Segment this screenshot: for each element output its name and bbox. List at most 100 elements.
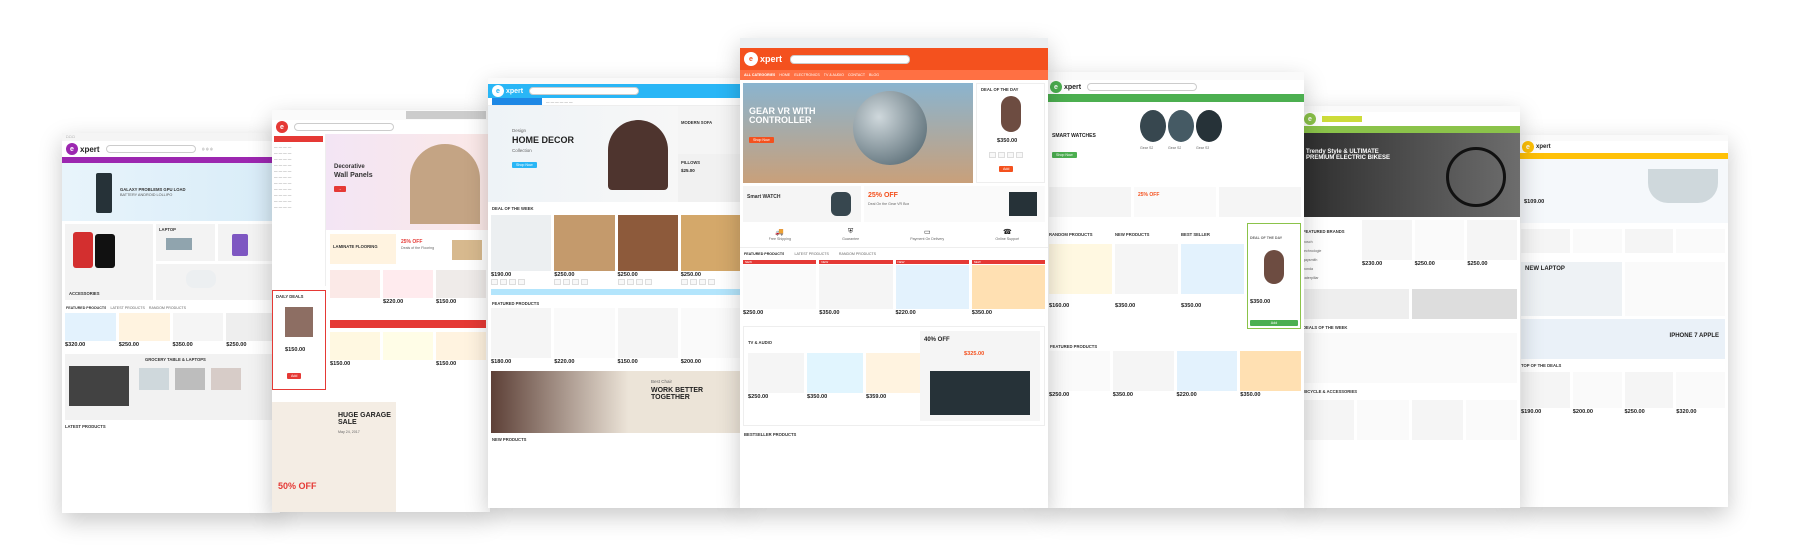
product-card[interactable]: $359.00	[866, 353, 922, 400]
featured-grid: $250.00 $350.00 $220.00 $350.00	[1046, 351, 1304, 398]
feature-shipping: 🚚 Free Shipping	[768, 229, 791, 241]
nav-home[interactable]: HOME	[779, 73, 790, 77]
feature-payment: ▭ Payment On Delivery	[910, 229, 945, 241]
product-card[interactable]: $320.00	[1676, 372, 1725, 415]
nav-contact[interactable]: CONTACT	[848, 73, 865, 77]
brand-list: FEATURED BRANDS bosch technologie gaysmi…	[1303, 229, 1345, 280]
phone-tile-2[interactable]	[218, 224, 277, 261]
laptop-promo[interactable]: NEW LAPTOP	[1521, 262, 1622, 316]
sidebar-categories: — — — — — — — — — — — — — — — — — — — — — — —…	[272, 134, 326, 286]
product-card[interactable]	[383, 332, 433, 367]
promo-smartwatch[interactable]: Smart WATCH	[743, 186, 861, 222]
nav-tv-audio[interactable]: TV & AUDIO	[824, 73, 844, 77]
header: e xpert	[488, 84, 744, 98]
hero-banner: GALAXY PROBLEMS GPU LOAD BATTERY ANDROID…	[62, 163, 280, 221]
tab-random[interactable]: RANDOM PRODUCTS	[149, 306, 186, 310]
product-card[interactable]: $200.00	[680, 308, 741, 365]
hero-banner[interactable]: $109.00	[1518, 159, 1728, 223]
deal-of-day[interactable]: DEAL OF THE DAY $350.00 Add	[976, 83, 1045, 183]
nav-electronics[interactable]: ELECTRONICS	[794, 73, 820, 77]
tab-random[interactable]: RANDOM PRODUCTS	[839, 252, 876, 256]
product-card[interactable]: $180.00	[491, 308, 552, 365]
product-card[interactable]: $150.00	[330, 332, 380, 367]
section-title: FEATURED PRODUCTS	[492, 301, 540, 306]
search-input[interactable]	[294, 123, 394, 131]
section-title: FEATURED PRODUCTS	[1050, 344, 1098, 349]
phone-tile[interactable]: ACCESSORIES	[65, 224, 153, 300]
vr-tile[interactable]	[156, 263, 277, 300]
daily-deals-box[interactable]: DAILY DEALS $150.00 Add	[272, 290, 326, 390]
product-card[interactable]	[330, 270, 380, 305]
hero-title: GALAXY PROBLEMS GPU LOAD	[120, 187, 186, 192]
product-card[interactable]: $350.00	[1240, 351, 1301, 398]
product-card[interactable]: $190.00	[491, 215, 552, 285]
product-card[interactable]: $230.00	[1362, 220, 1412, 283]
search-input[interactable]	[1087, 83, 1198, 91]
promo-flooring[interactable]: LAMINATE FLOORING	[330, 234, 396, 264]
hero-row: GEAR VR WITH CONTROLLER Shop Now DEAL OF…	[740, 80, 1048, 186]
hero-shop-button[interactable]: Shop Now	[749, 137, 774, 143]
chair-banner[interactable]: Best Chair WORK BETTER TOGETHER	[491, 371, 741, 433]
product-card[interactable]: NEW $350.00	[971, 260, 1045, 316]
laptop-tile[interactable]: LAPTOP	[156, 224, 215, 261]
theme-preview-6[interactable]: e Trendy Style & ULTIMATE PREMIUM ELECTR…	[1300, 106, 1520, 508]
promo-row	[1300, 286, 1520, 322]
garage-sale-banner[interactable]: HUGE GARAGE SALE May 24, 2017 50% OFF	[272, 402, 396, 512]
product-card[interactable]: $320.00	[65, 313, 116, 348]
theme-preview-3[interactable]: e xpert — — — — — — Design HOME DECOR Col…	[488, 78, 744, 508]
product-card[interactable]: $350.00	[1112, 351, 1174, 398]
product-card[interactable]: $220.00	[383, 270, 433, 305]
tv-promo[interactable]: 40% OFF $325.00	[920, 331, 1040, 421]
search-input[interactable]	[529, 87, 640, 95]
best-seller: BEST SELLER $350.00	[1181, 223, 1244, 329]
product-tabs: FEATURED PRODUCTS LATEST PRODUCTS RANDOM…	[740, 248, 1048, 260]
search-input[interactable]	[105, 145, 196, 153]
product-card[interactable]: $250.00	[748, 353, 804, 400]
product-card[interactable]: $220.00	[1176, 351, 1238, 398]
product-card[interactable]: $200.00	[1572, 372, 1622, 415]
product-card[interactable]: NEW $250.00	[743, 260, 817, 316]
tab-latest[interactable]: LATEST PRODUCTS	[110, 306, 144, 310]
iphone-promo[interactable]: IPHONE 7 APPLE	[1521, 319, 1725, 359]
search-input[interactable]	[790, 54, 911, 64]
promo-vr[interactable]: 25% OFF Deal On the Gear VR Box	[864, 186, 1045, 222]
product-card[interactable]: $150.00	[436, 332, 486, 367]
theme-preview-5[interactable]: e xpert SMART WATCHES Shop Now Gear S2 Ge…	[1046, 72, 1304, 508]
product-card[interactable]: $150.00	[436, 270, 486, 305]
product-card[interactable]: $220.00	[554, 308, 615, 365]
nav-blog[interactable]: BLOG	[869, 73, 879, 77]
deal-of-day[interactable]: DEAL OF THE DAY $350.00 Add	[1247, 223, 1301, 329]
product-card[interactable]: $350.00	[172, 313, 224, 348]
product-card[interactable]: $150.00	[617, 308, 678, 365]
section-title: NEW PRODUCTS	[492, 437, 527, 442]
theme-preview-2[interactable]: e — — — — — — — — — — — — — — — — — — — — — —…	[272, 110, 490, 512]
product-card[interactable]: $250.00	[1624, 372, 1674, 415]
hero-banner[interactable]: SMART WATCHES Shop Now Gear S2 Gear S2 G…	[1046, 102, 1304, 184]
tab-featured[interactable]: FEATURED PRODUCTS	[744, 252, 784, 256]
product-card[interactable]: $250.00	[554, 215, 615, 285]
product-card[interactable]: NEW $350.00	[819, 260, 893, 316]
product-card[interactable]: $250.00	[1414, 220, 1465, 283]
nav-all-categories[interactable]: ALL CATEGORIES	[744, 73, 775, 77]
theme-preview-4[interactable]: e xpert ALL CATEGORIES HOME ELECTRONICS T…	[740, 38, 1048, 508]
hero-banner[interactable]: GEAR VR WITH CONTROLLER Shop Now	[743, 83, 973, 183]
logo[interactable]: e xpert	[66, 143, 100, 155]
product-card[interactable]: $190.00	[1521, 372, 1570, 415]
product-card[interactable]: $250.00	[1467, 220, 1517, 283]
theme-preview-1[interactable]: □ □ □ e xpert ◎ ◎ ◎ GALAXY PROBLEMS GPU L…	[62, 133, 280, 513]
tab-latest[interactable]: LATEST PRODUCTS	[794, 252, 828, 256]
product-card[interactable]: $250.00	[680, 215, 741, 285]
product-card[interactable]: $250.00	[1049, 351, 1110, 398]
hero-banner[interactable]: Trendy Style & ULTIMATE PREMIUM ELECTRIC…	[1300, 133, 1520, 217]
product-columns: RANDOM PRODUCTS $160.00 NEW PRODUCTS $350.…	[1046, 220, 1304, 332]
tab-featured[interactable]: FEATURED PRODUCTS	[66, 306, 106, 310]
product-card[interactable]: $350.00	[807, 353, 863, 400]
top-bar: □ □ □	[62, 133, 280, 141]
top-banner	[272, 110, 490, 120]
product-card[interactable]: $250.00	[118, 313, 170, 348]
theme-preview-7[interactable]: e xpert $109.00 NEW LAPTOP IPHONE 7 APPLE…	[1518, 135, 1728, 507]
promo-deals[interactable]: 25% OFF Deals of the Flooring	[398, 234, 486, 264]
product-card[interactable]: $250.00	[617, 215, 678, 285]
product-card[interactable]: $250.00	[226, 313, 277, 348]
product-card[interactable]: NEW $220.00	[895, 260, 969, 316]
